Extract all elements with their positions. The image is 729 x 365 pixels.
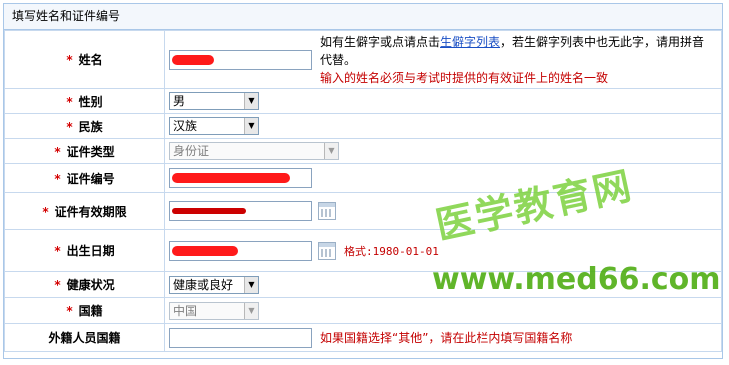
id-validity-label: 证件有效期限 [54, 204, 127, 219]
required-mark: * [54, 171, 61, 186]
chevron-down-icon: ▼ [244, 302, 258, 319]
gender-label-cell: * 性别 [4, 88, 165, 114]
id-number-input[interactable] [169, 168, 312, 188]
gender-label: 性别 [78, 94, 103, 109]
foreign-nationality-input[interactable] [169, 327, 312, 348]
ethnicity-select[interactable]: 汉族 ▼ [169, 117, 259, 135]
row-health: * 健康状况 健康或良好 ▼ [4, 271, 722, 298]
id-number-label-cell: * 证件编号 [4, 163, 165, 193]
birth-date-label-cell: * 出生日期 [4, 229, 165, 272]
health-select[interactable]: 健康或良好 ▼ [169, 275, 259, 294]
row-ethnicity: * 民族 汉族 ▼ [4, 113, 722, 139]
birth-date-label: 出生日期 [66, 244, 115, 258]
required-mark: * [66, 304, 73, 318]
ethnicity-label-cell: * 民族 [4, 113, 165, 139]
name-label-cell: * 姓名 [4, 30, 165, 89]
row-id-number: * 证件编号 [4, 163, 722, 193]
nationality-label-cell: * 国籍 [4, 297, 165, 324]
hint-prefix: 如有生僻字或点请点击 [320, 34, 441, 49]
row-name: * 姓名 如有生僻字或点请点击生僻字列表，若生僻字列表中也无此字，请用拼音代替。 … [4, 30, 722, 89]
redacted-mark [172, 173, 290, 183]
foreign-nationality-hint: 如果国籍选择“其他”，请在此栏内填写国籍名称 [320, 331, 573, 345]
name-warning: 输入的姓名必须与考试时提供的有效证件上的姓名一致 [320, 70, 609, 85]
id-type-value: 身份证 [173, 144, 210, 158]
birth-date-field-cell: 格式:1980-01-01 [164, 229, 722, 272]
required-mark: * [54, 144, 61, 159]
name-hint: 如有生僻字或点请点击生僻字列表，若生僻字列表中也无此字，请用拼音代替。 输入的姓… [320, 33, 716, 87]
calendar-icon[interactable] [318, 202, 336, 220]
health-value: 健康或良好 [173, 277, 234, 292]
id-type-label-cell: * 证件类型 [4, 138, 165, 164]
row-gender: * 性别 男 ▼ [4, 88, 722, 114]
rare-char-list-link[interactable]: 生僻字列表 [440, 35, 500, 49]
name-input[interactable] [169, 49, 312, 70]
gender-select[interactable]: 男 ▼ [169, 92, 259, 110]
redacted-mark [172, 54, 214, 65]
row-foreign-nationality: 外籍人员国籍 如果国籍选择“其他”，请在此栏内填写国籍名称 [4, 323, 722, 352]
calendar-icon[interactable] [318, 241, 336, 260]
required-mark: * [66, 94, 73, 109]
row-nationality: * 国籍 中国 ▼ [4, 297, 722, 324]
redacted-mark [172, 208, 246, 214]
foreign-nationality-label-cell: 外籍人员国籍 [4, 323, 165, 352]
id-number-field-cell [164, 163, 722, 193]
row-birth-date: * 出生日期 格式:1980-01-01 [4, 229, 722, 272]
birth-date-input[interactable] [169, 240, 312, 261]
chevron-down-icon: ▼ [244, 118, 258, 134]
foreign-nationality-label: 外籍人员国籍 [48, 331, 121, 345]
date-format-hint: 格式:1980-01-01 [344, 244, 439, 258]
chevron-down-icon: ▼ [324, 143, 338, 159]
health-label: 健康状况 [66, 278, 115, 292]
name-field-cell: 如有生僻字或点请点击生僻字列表，若生僻字列表中也无此字，请用拼音代替。 输入的姓… [164, 30, 722, 89]
required-mark: * [66, 119, 73, 134]
chevron-down-icon: ▼ [244, 276, 258, 293]
health-field-cell: 健康或良好 ▼ [164, 271, 722, 298]
nationality-label: 国籍 [78, 304, 103, 318]
health-label-cell: * 健康状况 [4, 271, 165, 298]
chevron-down-icon: ▼ [244, 93, 258, 109]
gender-field-cell: 男 ▼ [164, 88, 722, 114]
id-number-label: 证件编号 [66, 171, 115, 186]
required-mark: * [66, 53, 73, 67]
id-validity-input[interactable] [169, 201, 312, 221]
identity-form: * 姓名 如有生僻字或点请点击生僻字列表，若生僻字列表中也无此字，请用拼音代替。 … [4, 30, 722, 352]
gender-value: 男 [173, 94, 186, 108]
section-title: 填写姓名和证件编号 [4, 4, 722, 30]
id-validity-label-cell: * 证件有效期限 [4, 192, 165, 230]
nationality-select[interactable]: 中国 ▼ [169, 301, 259, 320]
ethnicity-label: 民族 [78, 119, 103, 134]
required-mark: * [42, 204, 49, 219]
redacted-mark [172, 245, 238, 256]
row-id-validity: * 证件有效期限 [4, 192, 722, 230]
required-mark: * [54, 278, 61, 292]
form-panel: 填写姓名和证件编号 * 姓名 如有生僻字或点请点击生僻字列表，若生僻字列表中也无此… [3, 3, 723, 359]
ethnicity-field-cell: 汉族 ▼ [164, 113, 722, 139]
id-type-label: 证件类型 [66, 144, 115, 159]
name-label: 姓名 [78, 53, 103, 67]
id-type-field-cell: 身份证 ▼ [164, 138, 722, 164]
nationality-value: 中国 [173, 303, 198, 318]
foreign-nationality-field-cell: 如果国籍选择“其他”，请在此栏内填写国籍名称 [164, 323, 722, 352]
nationality-field-cell: 中国 ▼ [164, 297, 722, 324]
row-id-type: * 证件类型 身份证 ▼ [4, 138, 722, 164]
ethnicity-value: 汉族 [173, 119, 198, 133]
id-validity-field-cell [164, 192, 722, 230]
required-mark: * [54, 244, 61, 258]
id-type-select[interactable]: 身份证 ▼ [169, 142, 339, 160]
